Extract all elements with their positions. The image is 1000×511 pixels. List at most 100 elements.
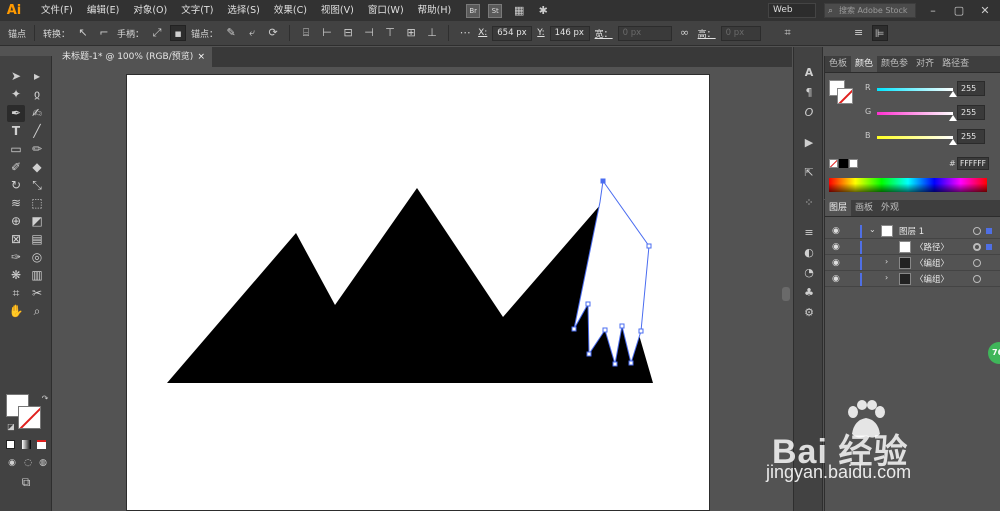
layer-name[interactable]: 〈编组〉 [915, 273, 949, 285]
hand-tool-icon[interactable]: ✋ [7, 303, 25, 320]
menu-edit[interactable]: 编辑(E) [80, 0, 126, 21]
selection-indicator[interactable] [986, 228, 992, 234]
color-mode-icon[interactable] [3, 437, 17, 454]
align-to-icon[interactable]: ⌸ [298, 25, 314, 41]
menu-type[interactable]: 文字(T) [174, 0, 220, 21]
character-panel-icon[interactable]: A [801, 65, 817, 81]
draw-inside-icon[interactable]: ◍ [34, 455, 52, 472]
paragraph-panel-icon[interactable]: ¶ [801, 85, 817, 101]
stroke-swatch[interactable] [18, 406, 41, 429]
isolate-icon[interactable]: ⟳ [265, 25, 281, 41]
tab-appearance[interactable]: 外观 [877, 200, 903, 216]
maximize-icon[interactable]: ▢ [950, 4, 968, 17]
curvature-tool-icon[interactable]: ✍ [28, 105, 46, 122]
panel-toggle-icon[interactable]: ≡ [851, 25, 867, 41]
align-hcenter-icon[interactable]: ⊟ [340, 25, 356, 41]
visibility-eye-icon[interactable]: ◉ [832, 258, 840, 268]
layer-name[interactable]: 〈编组〉 [915, 257, 949, 269]
tab-pathfinder[interactable]: 路径查 [938, 56, 973, 72]
zoom-tool-icon[interactable]: ⌕ [28, 303, 46, 320]
gpu-performance-icon[interactable]: ✱ [534, 4, 552, 17]
align-top-icon[interactable]: ⊤ [382, 25, 398, 41]
quick-swatches[interactable] [829, 159, 859, 169]
gradient-tool-icon[interactable]: ▤ [28, 231, 46, 248]
cut-path-icon[interactable]: ⤶ [244, 25, 260, 41]
tab-align[interactable]: 对齐 [912, 56, 938, 72]
transform-each-icon[interactable]: ⌗ [780, 25, 796, 41]
expand-chevron-icon[interactable]: › [885, 273, 888, 282]
direct-selection-tool-icon[interactable]: ▸ [28, 68, 46, 85]
align-right-icon[interactable]: ⊣ [361, 25, 377, 41]
hide-handles-icon[interactable]: ▪ [170, 25, 187, 41]
layer-row[interactable]: ◉ › 〈编组〉 [825, 272, 1000, 287]
align-bottom-icon[interactable]: ⊥ [424, 25, 440, 41]
green-slider[interactable]: G 255 [825, 105, 1000, 121]
paintbrush-tool-icon[interactable]: ✏ [28, 141, 46, 158]
eyedropper-icon[interactable]: ✑ [7, 249, 25, 266]
visibility-eye-icon[interactable]: ◉ [832, 242, 840, 252]
stock-button[interactable]: St [488, 3, 503, 18]
rectangle-tool-icon[interactable]: ▭ [7, 141, 25, 158]
align-left-icon[interactable]: ⊢ [319, 25, 335, 41]
artboard[interactable] [126, 74, 710, 511]
layer-row[interactable]: ◉ › 〈编组〉 [825, 256, 1000, 271]
none-mode-icon[interactable] [34, 437, 48, 454]
symbol-sprayer-icon[interactable]: ❋ [7, 267, 25, 284]
graphic-styles-icon[interactable]: ⚙ [801, 305, 817, 321]
default-colors-icon[interactable]: ◪ [2, 418, 20, 435]
blue-track[interactable] [877, 136, 953, 139]
tab-layers[interactable]: 图层 [825, 200, 852, 216]
layer-name[interactable]: 图层 1 [899, 225, 924, 237]
blue-value-field[interactable]: 255 [957, 129, 985, 144]
menu-object[interactable]: 对象(O) [126, 0, 174, 21]
blue-slider[interactable]: B 255 [825, 129, 1000, 145]
document-tab[interactable]: 未标题-1* @ 100% (RGB/预览) × [52, 47, 212, 67]
artwork-canvas[interactable] [127, 75, 711, 511]
red-track[interactable] [877, 88, 953, 91]
menu-effect[interactable]: 效果(C) [267, 0, 314, 21]
layer-name[interactable]: 〈路径〉 [915, 241, 949, 253]
tab-swatches[interactable]: 色板 [825, 56, 851, 72]
selection-tool-icon[interactable]: ➤ [7, 68, 25, 85]
line-tool-icon[interactable]: ╱ [28, 123, 46, 140]
free-transform-icon[interactable]: ⬚ [28, 195, 46, 212]
close-window-icon[interactable]: ✕ [976, 4, 994, 17]
align-vcenter-icon[interactable]: ⊞ [403, 25, 419, 41]
menu-select[interactable]: 选择(S) [220, 0, 266, 21]
height-field[interactable]: 0 px [720, 25, 761, 41]
transform-icon[interactable]: ⋯ [457, 25, 473, 41]
white-swatch[interactable] [849, 159, 858, 168]
menu-help[interactable]: 帮助(H) [411, 0, 459, 21]
menu-view[interactable]: 视图(V) [314, 0, 361, 21]
convert-corner-icon[interactable]: ↖ [75, 25, 91, 41]
target-circle-icon[interactable] [973, 259, 981, 267]
shape-builder-icon[interactable]: ⊕ [7, 213, 25, 230]
hex-value-field[interactable]: FFFFFF [957, 157, 989, 170]
convert-smooth-icon[interactable]: ⌐ [96, 25, 112, 41]
scale-tool-icon[interactable]: ⤡ [28, 177, 46, 194]
perspective-grid-icon[interactable]: ◩ [28, 213, 46, 230]
visibility-eye-icon[interactable]: ◉ [832, 226, 840, 236]
green-track[interactable] [877, 112, 953, 115]
target-circle-icon[interactable] [973, 243, 981, 251]
shaper-tool-icon[interactable]: ✐ [7, 159, 25, 176]
black-swatch[interactable] [839, 159, 848, 168]
type-tool-icon[interactable]: T [7, 123, 25, 140]
width-field[interactable]: 0 px [617, 25, 672, 41]
stroke-panel-icon[interactable]: ≡ [801, 225, 817, 241]
show-handles-icon[interactable]: ⤢ [149, 25, 165, 41]
gradient-mode-icon[interactable] [19, 437, 33, 454]
blue-knob[interactable] [949, 139, 957, 145]
red-slider[interactable]: R 255 [825, 81, 1000, 97]
tab-color[interactable]: 颜色 [851, 56, 878, 72]
actions-panel-icon[interactable]: ▶ [801, 135, 817, 151]
collapse-chevron-icon[interactable]: ⌄ [869, 225, 876, 234]
pen-tool-icon[interactable]: ✒ [7, 105, 25, 122]
screen-mode-icon[interactable]: ⧉ [17, 474, 35, 491]
x-field[interactable]: 654 px [492, 25, 533, 41]
menu-window[interactable]: 窗口(W) [361, 0, 411, 21]
rotate-tool-icon[interactable]: ↻ [7, 177, 25, 194]
bridge-button[interactable]: Br [466, 3, 481, 18]
mesh-tool-icon[interactable]: ⊠ [7, 231, 25, 248]
arrange-icon[interactable]: ⊫ [871, 25, 888, 41]
